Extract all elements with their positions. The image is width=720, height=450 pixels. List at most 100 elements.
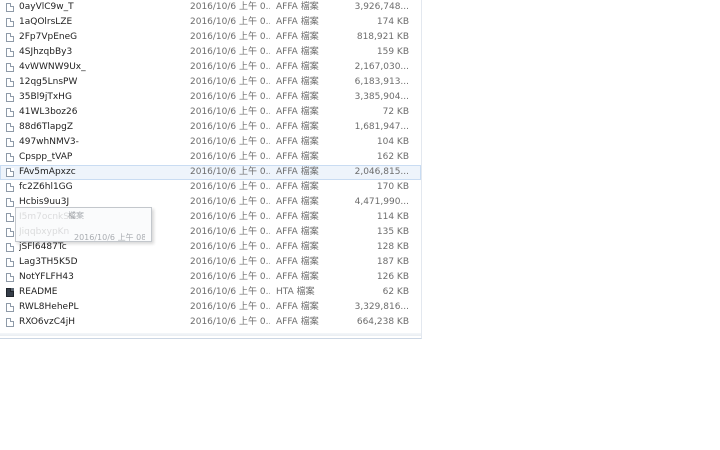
file-size: 2,167,030... — [354, 62, 409, 72]
file-icon — [6, 243, 14, 252]
file-date-modified: 2016/10/6 上午 0... — [190, 167, 270, 177]
file-date-modified: 2016/10/6 上午 0... — [190, 257, 270, 267]
file-icon — [6, 48, 14, 57]
file-name: FAv5mApxzc — [19, 167, 76, 177]
file-row[interactable]: 4vWWNW9Ux_ 2016/10/6 上午 0... AFFA 檔案 2,167,… — [0, 60, 421, 75]
file-date-modified: 2016/10/6 上午 0... — [190, 47, 270, 57]
file-name: 4SJhzqbBy3 — [19, 47, 73, 57]
file-row[interactable]: fc2Z6hl1GG 2016/10/6 上午 0... AFFA 檔案 170 KB — [0, 180, 421, 195]
file-size: 174 KB — [376, 17, 409, 27]
tooltip-type: 檔案 — [68, 211, 84, 220]
file-date-modified: 2016/10/6 上午 0... — [190, 92, 270, 102]
file-date-modified: 2016/10/6 上午 0... — [190, 227, 270, 237]
file-date-modified: 2016/10/6 上午 0... — [190, 17, 270, 27]
file-name: README — [19, 287, 58, 297]
file-date-modified: 2016/10/6 上午 0... — [190, 122, 270, 132]
file-date-modified: 2016/10/6 上午 0... — [190, 242, 270, 252]
file-name: RWL8HehePL — [19, 302, 79, 312]
file-row[interactable]: Cpspp_tVAP 2016/10/6 上午 0... AFFA 檔案 162 KB — [0, 150, 421, 165]
file-date-modified: 2016/10/6 上午 0... — [190, 182, 270, 192]
file-size: 3,926,748... — [354, 2, 409, 12]
file-size: 1,681,947... — [354, 122, 409, 132]
file-icon — [6, 213, 14, 222]
file-size: 2,046,815... — [354, 167, 409, 177]
file-row[interactable]: 497whNMV3- 2016/10/6 上午 0... AFFA 檔案 104 KB — [0, 135, 421, 150]
file-date-modified: 2016/10/6 上午 0... — [190, 2, 270, 12]
file-row[interactable]: 88d6TlapgZ 2016/10/6 上午 0... AFFA 檔案 1,681,… — [0, 120, 421, 135]
file-size: 6,183,913... — [354, 77, 409, 87]
horizontal-scrollbar-edge[interactable] — [0, 333, 421, 336]
tooltip-modified: 2016/10/6 上午 08:00 — [74, 233, 145, 242]
file-row[interactable]: 2Fp7VpEneG 2016/10/6 上午 0... AFFA 檔案 818,92… — [0, 30, 421, 45]
file-name: 0ayVlC9w_T — [19, 2, 74, 12]
file-icon — [6, 228, 14, 237]
file-row[interactable]: 4SJhzqbBy3 2016/10/6 上午 0... AFFA 檔案 159 KB — [0, 45, 421, 60]
file-date-modified: 2016/10/6 上午 0... — [190, 317, 270, 327]
file-name: 1aQOlrsLZE — [19, 17, 73, 27]
file-icon — [6, 273, 14, 282]
file-size: 126 KB — [376, 272, 409, 282]
file-icon — [6, 168, 14, 177]
file-name: 4vWWNW9Ux_ — [19, 62, 86, 72]
file-size: 104 KB — [376, 137, 409, 147]
file-row[interactable]: 0ayVlC9w_T 2016/10/6 上午 0... AFFA 檔案 3,926,… — [0, 0, 421, 15]
file-row[interactable]: RXO6vzC4jH 2016/10/6 上午 0... AFFA 檔案 664,23… — [0, 315, 421, 330]
file-list: 0ayVlC9w_T 2016/10/6 上午 0... AFFA 檔案 3,926,… — [0, 0, 421, 330]
file-name: RXO6vzC4jH — [19, 317, 75, 327]
file-date-modified: 2016/10/6 上午 0... — [190, 272, 270, 282]
file-size: 818,921 KB — [356, 32, 409, 42]
file-icon — [6, 33, 14, 42]
file-row[interactable]: README 2016/10/6 上午 0... HTA 檔案 62 KB — [0, 285, 421, 300]
file-size: 3,385,904... — [354, 92, 409, 102]
file-name: 12qg5LnsPW — [19, 77, 78, 87]
file-icon — [6, 78, 14, 87]
file-name: 2Fp7VpEneG — [19, 32, 78, 42]
file-date-modified: 2016/10/6 上午 0... — [190, 197, 270, 207]
tooltip-spacer — [22, 221, 145, 232]
file-date-modified: 2016/10/6 上午 0... — [190, 302, 270, 312]
file-name: 35Bl9jTxHG — [19, 92, 72, 102]
file-size: 159 KB — [376, 47, 409, 57]
file-row[interactable]: 1aQOlrsLZE 2016/10/6 上午 0... AFFA 檔案 174 KB — [0, 15, 421, 30]
hta-file-icon — [6, 288, 14, 297]
file-name: fc2Z6hl1GG — [19, 182, 73, 192]
file-row[interactable]: 35Bl9jTxHG 2016/10/6 上午 0... AFFA 檔案 3,385,… — [0, 90, 421, 105]
file-name: 88d6TlapgZ — [19, 122, 73, 132]
file-row[interactable]: RWL8HehePL 2016/10/6 上午 0... AFFA 檔案 3,329,… — [0, 300, 421, 315]
file-size: 135 KB — [376, 227, 409, 237]
file-size: 72 KB — [382, 107, 409, 117]
file-row[interactable]: NotYFLFH43 2016/10/6 上午 0... AFFA 檔案 126 KB — [0, 270, 421, 285]
file-list-pane[interactable]: 0ayVlC9w_T 2016/10/6 上午 0... AFFA 檔案 3,926,… — [0, 0, 422, 339]
file-icon — [6, 123, 14, 132]
file-row[interactable]: 41WL3boz26 2016/10/6 上午 0... AFFA 檔案 72 KB — [0, 105, 421, 120]
file-icon — [6, 318, 14, 327]
file-icon — [6, 138, 14, 147]
file-size: 187 KB — [376, 257, 409, 267]
file-size: 162 KB — [376, 152, 409, 162]
file-icon — [6, 183, 14, 192]
file-size: 664,238 KB — [356, 317, 409, 327]
file-icon — [6, 93, 14, 102]
file-date-modified: 2016/10/6 上午 0... — [190, 77, 270, 87]
file-name: 497whNMV3- — [19, 137, 79, 147]
file-date-modified: 2016/10/6 上午 0... — [190, 137, 270, 147]
file-icon — [6, 153, 14, 162]
file-row[interactable]: FAv5mApxzc 2016/10/6 上午 0... AFFA 檔案 2,046,… — [0, 165, 421, 180]
file-row[interactable]: 12qg5LnsPW 2016/10/6 上午 0... AFFA 檔案 6,183,… — [0, 75, 421, 90]
file-date-modified: 2016/10/6 上午 0... — [190, 152, 270, 162]
file-name: NotYFLFH43 — [19, 272, 74, 282]
file-info-tooltip: 檔案 2016/10/6 上午 08:00 — [15, 207, 152, 242]
file-date-modified: 2016/10/6 上午 0... — [190, 32, 270, 42]
file-size: 62 KB — [382, 287, 409, 297]
file-date-modified: 2016/10/6 上午 0... — [190, 287, 270, 297]
file-size: 170 KB — [376, 182, 409, 192]
file-row[interactable]: Lag3TH5K5D 2016/10/6 上午 0... AFFA 檔案 187 KB — [0, 255, 421, 270]
file-size: 128 KB — [376, 242, 409, 252]
file-icon — [6, 3, 14, 12]
file-size: 3,329,816... — [354, 302, 409, 312]
file-name: 41WL3boz26 — [19, 107, 78, 117]
file-icon — [6, 18, 14, 27]
file-size: 4,471,990... — [354, 197, 409, 207]
file-name: Cpspp_tVAP — [19, 152, 73, 162]
file-icon — [6, 108, 14, 117]
